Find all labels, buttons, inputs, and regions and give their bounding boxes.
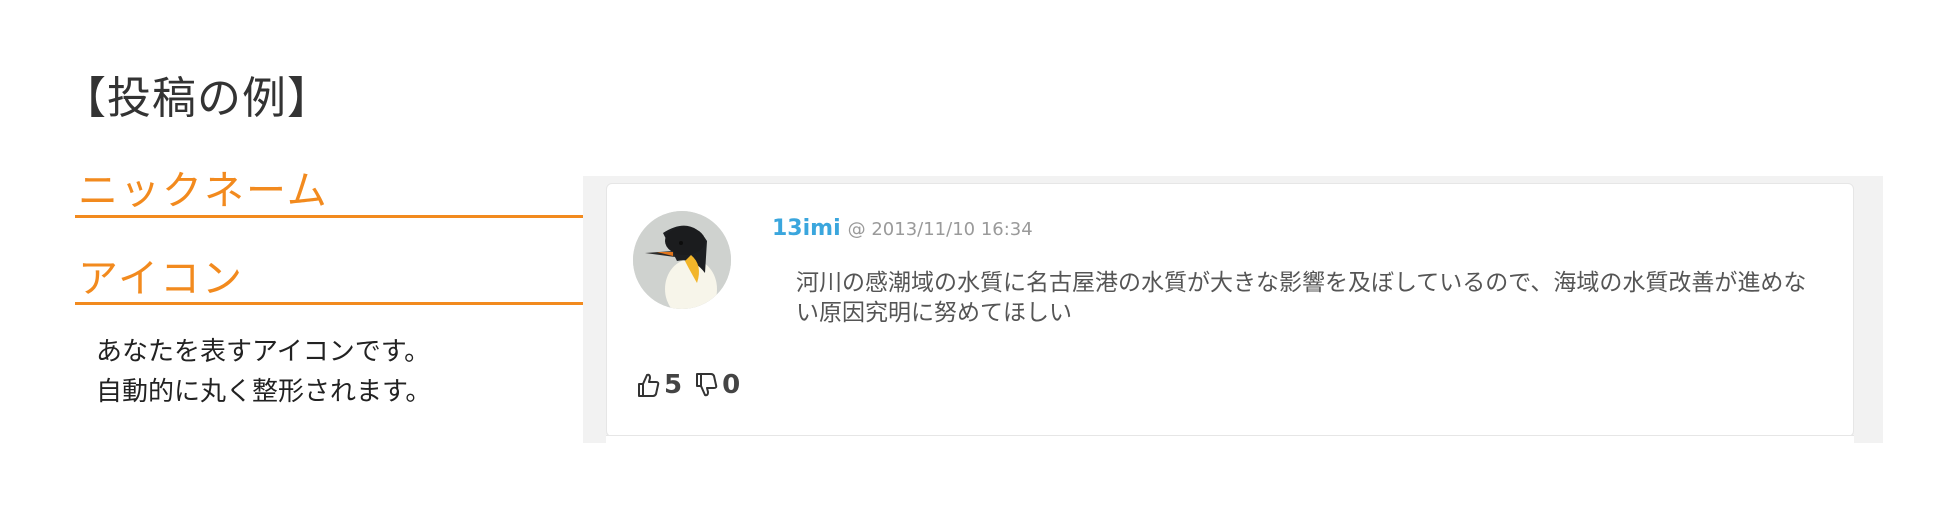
post-meta: 13imi @ 2013/11/10 16:34	[772, 216, 1033, 241]
description-line-2: 自動的に丸く整形されます。	[96, 377, 432, 407]
next-post-edge	[606, 435, 1854, 446]
description-line-1: あなたを表すアイコンです。	[96, 337, 431, 367]
post-nickname[interactable]: 13imi	[772, 216, 841, 241]
icon-description: あなたを表すアイコンです。 自動的に丸く整形されます。	[96, 332, 431, 412]
post-date: @ 2013/11/10 16:34	[847, 219, 1033, 240]
nickname-label: ニックネーム	[78, 168, 329, 214]
penguin-icon	[633, 211, 731, 309]
thumbs-up-icon[interactable]	[636, 372, 660, 398]
like-count: 5	[664, 370, 683, 400]
vote-bar: 5 0	[636, 370, 752, 400]
page-title: 【投稿の例】	[62, 73, 332, 124]
thumbs-down-icon[interactable]	[694, 372, 718, 398]
post-body: 河川の感潮域の水質に名古屋港の水質が大きな影響を及ぼしているので、海域の水質改善…	[796, 270, 1807, 326]
icon-label: アイコン	[78, 256, 244, 302]
avatar	[633, 211, 731, 309]
dislike-count: 0	[722, 370, 741, 400]
icon-arrow-line	[75, 302, 595, 305]
